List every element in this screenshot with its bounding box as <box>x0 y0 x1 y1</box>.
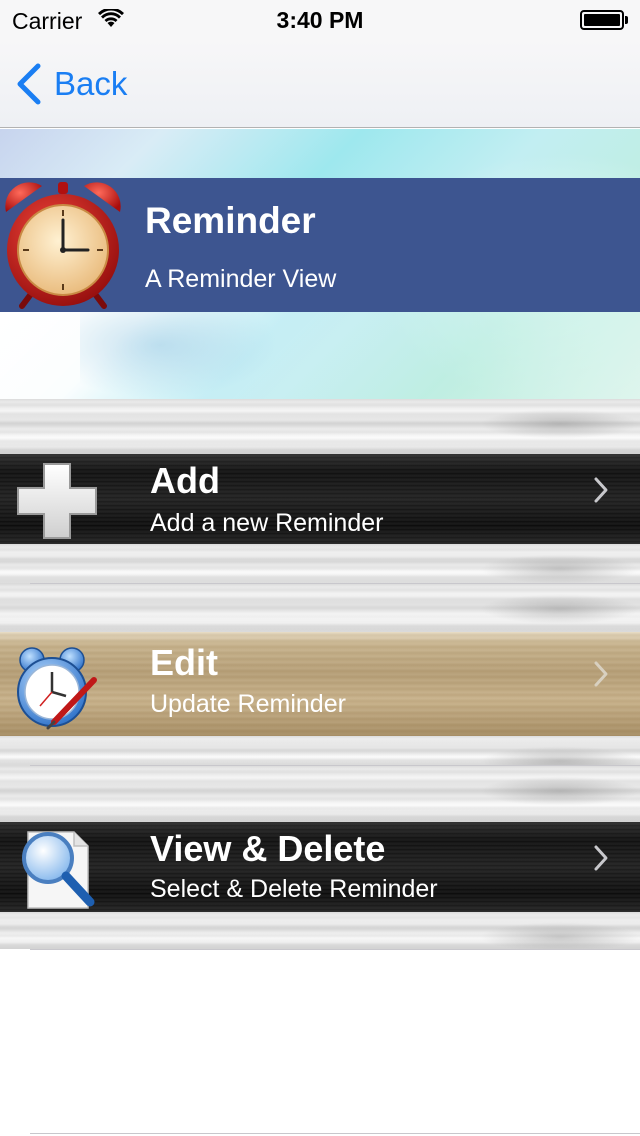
menu-item-subtitle: Select & Delete Reminder <box>150 875 438 903</box>
chevron-right-icon <box>594 845 608 871</box>
status-time: 3:40 PM <box>276 7 364 33</box>
chevron-right-icon <box>594 661 608 687</box>
chevron-left-icon <box>17 63 41 105</box>
row-divider-strip <box>0 399 640 454</box>
navigation-bar: Back <box>0 40 640 128</box>
menu-item-edit[interactable]: Edit Update Reminder <box>0 632 640 736</box>
separator <box>30 1133 640 1134</box>
row-divider-strip <box>0 766 640 822</box>
alarm-clock-pen-icon <box>17 647 97 730</box>
page-title: Reminder <box>145 200 316 241</box>
plus-icon <box>17 463 97 539</box>
menu-item-title: Edit <box>150 642 218 683</box>
alarm-clock-icon <box>5 182 121 309</box>
battery-icon <box>580 10 628 30</box>
menu-item-title: Add <box>150 460 220 501</box>
menu-item-title: View & Delete <box>150 828 386 869</box>
back-button[interactable]: Back <box>14 60 127 108</box>
magnifier-document-icon <box>22 831 95 909</box>
status-bar: Carrier 3:40 PM <box>0 0 640 40</box>
menu-item-subtitle: Update Reminder <box>150 690 346 718</box>
chevron-right-icon <box>594 477 608 503</box>
separator <box>30 949 640 950</box>
row-divider-strip <box>0 912 640 949</box>
menu-item-add[interactable]: Add Add a new Reminder <box>0 454 640 544</box>
page-subtitle: A Reminder View <box>145 265 337 293</box>
row-divider-strip <box>0 544 640 584</box>
menu-item-view-delete[interactable]: View & Delete Select & Delete Reminder <box>0 822 640 912</box>
menu-item-subtitle: Add a new Reminder <box>150 509 384 537</box>
row-divider-strip <box>0 584 640 632</box>
back-label: Back <box>54 65 128 102</box>
row-divider-strip <box>0 736 640 766</box>
